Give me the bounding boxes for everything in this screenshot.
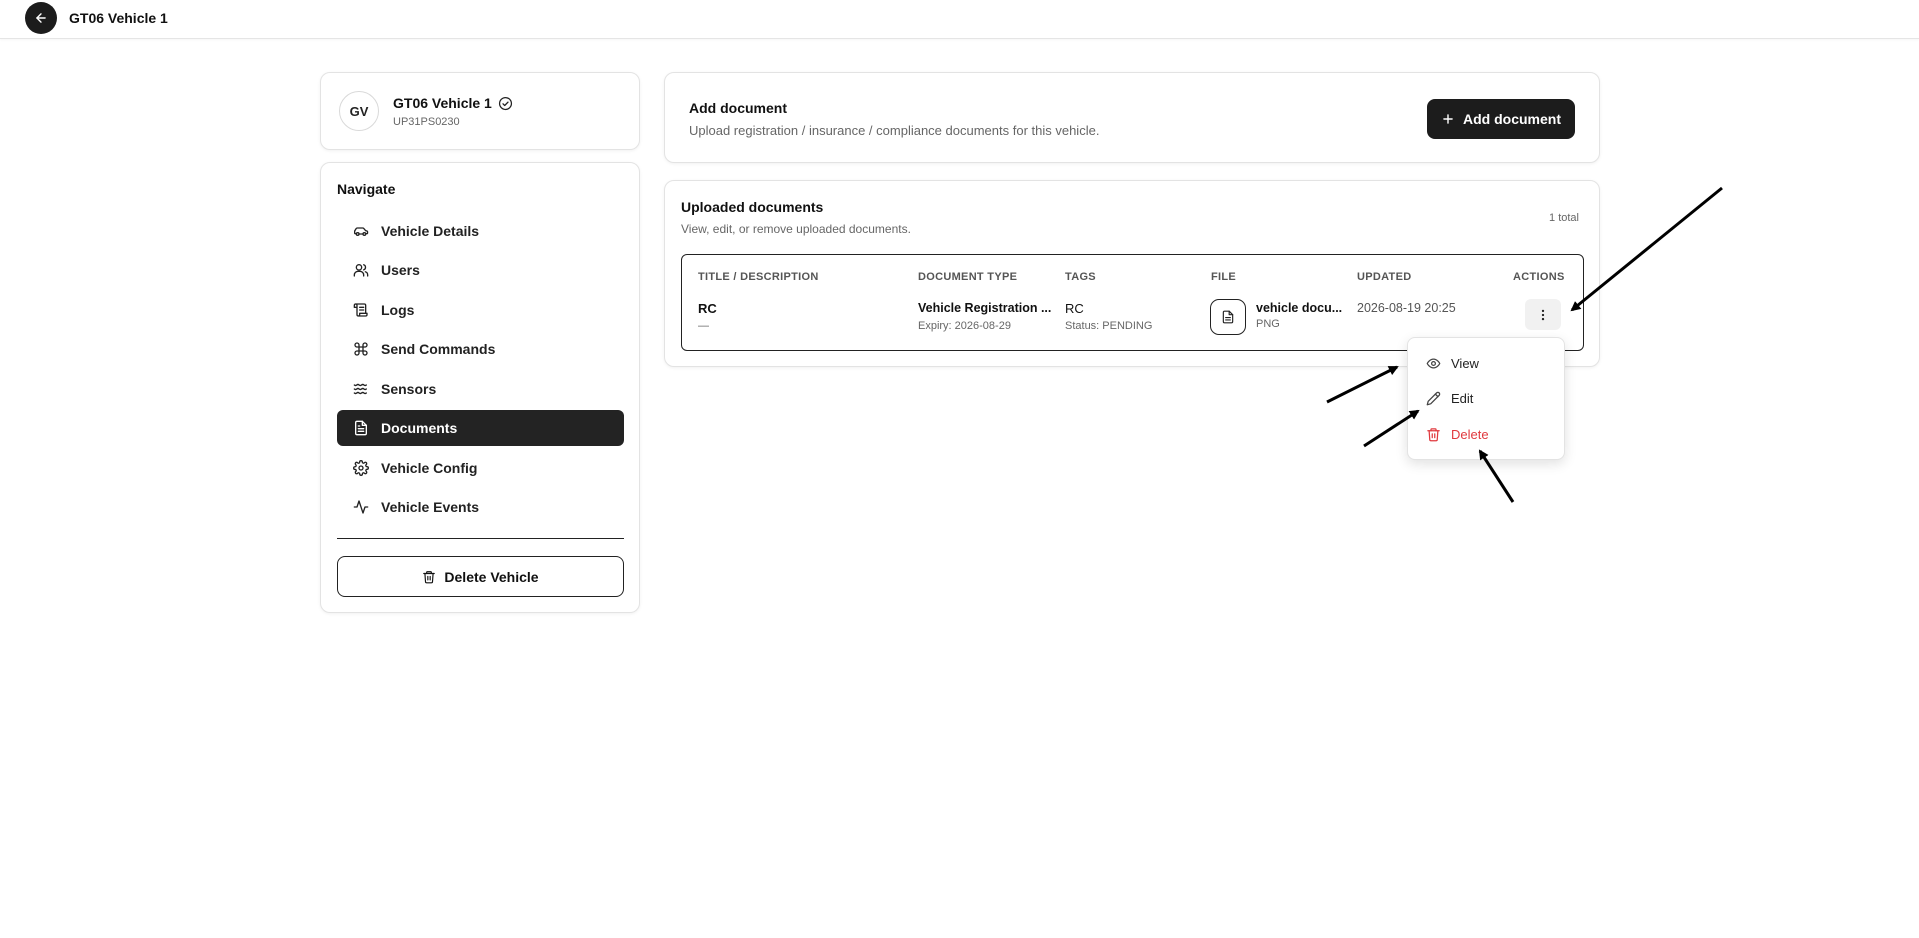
sidebar-item-users[interactable]: Users: [337, 252, 624, 288]
column-header-title: TITLE / DESCRIPTION: [698, 271, 819, 283]
doc-description: —: [698, 320, 709, 332]
menu-item-label: Delete: [1451, 426, 1489, 442]
users-icon: [353, 264, 369, 277]
sidebar-item-label: Users: [381, 262, 420, 278]
sidebar-item-vehicle-config[interactable]: Vehicle Config: [337, 450, 624, 486]
sidebar-item-label: Send Commands: [381, 341, 496, 357]
file-text-icon: [355, 420, 367, 436]
menu-item-label: Edit: [1451, 390, 1474, 406]
column-header-updated: UPDATED: [1357, 271, 1412, 283]
vehicle-name-row: GT06 Vehicle 1: [393, 95, 513, 111]
pencil-icon: [1426, 391, 1441, 405]
add-document-label: Add document: [1463, 111, 1561, 127]
column-header-file: FILE: [1211, 271, 1237, 283]
vehicle-summary-card: GV GT06 Vehicle 1 UP31PS0230: [320, 72, 640, 150]
sidebar-item-logs[interactable]: Logs: [337, 292, 624, 328]
trash-icon: [423, 570, 436, 583]
sidebar-item-label: Documents: [381, 420, 458, 436]
page-title: GT06 Vehicle 1: [69, 10, 168, 26]
command-icon: [354, 342, 368, 356]
column-header-document-type: DOCUMENT TYPE: [918, 271, 1018, 283]
navigation-card: Navigate Vehicle Details Users Logs Send…: [320, 162, 640, 613]
waves-icon: [353, 383, 367, 395]
scroll-icon: [353, 303, 368, 317]
doc-status: Status: PENDING: [1065, 320, 1153, 332]
sidebar-item-send-commands[interactable]: Send Commands: [337, 331, 624, 367]
annotation-arrow-view: [1326, 365, 1399, 404]
eye-icon: [1426, 358, 1441, 368]
sidebar-item-documents[interactable]: Documents: [337, 410, 624, 446]
sidebar-item-sensors[interactable]: Sensors: [337, 371, 624, 407]
menu-item-label: View: [1451, 355, 1479, 371]
column-header-actions: ACTIONS: [1513, 271, 1565, 283]
sidebar-item-label: Vehicle Events: [381, 499, 480, 515]
plus-icon: [1443, 114, 1453, 124]
doc-tag: RC: [1065, 301, 1084, 316]
add-document-title: Add document: [689, 100, 787, 116]
sidebar-item-label: Vehicle Config: [381, 460, 478, 476]
verified-check-icon: [498, 96, 512, 110]
doc-expiry: Expiry: 2026-08-29: [918, 320, 1011, 332]
column-header-tags: TAGS: [1065, 271, 1096, 283]
menu-item-view[interactable]: View: [1418, 348, 1556, 378]
vehicle-name: GT06 Vehicle 1: [393, 95, 492, 111]
menu-item-delete[interactable]: Delete: [1418, 419, 1556, 449]
gear-icon: [353, 460, 369, 476]
sidebar-item-label: Vehicle Details: [381, 223, 480, 239]
sidebar-item-label: Logs: [381, 302, 415, 318]
car-icon: [354, 227, 369, 236]
vehicle-registration: UP31PS0230: [393, 116, 460, 128]
top-bar: GT06 Vehicle 1: [0, 0, 1919, 39]
file-name[interactable]: vehicle docu...: [1256, 301, 1342, 315]
doc-title: RC: [698, 301, 717, 316]
file-text-icon: [1222, 310, 1234, 324]
doc-updated: 2026-08-19 20:25: [1357, 301, 1456, 315]
documents-description: View, edit, or remove uploaded documents…: [681, 222, 911, 236]
menu-item-edit[interactable]: Edit: [1418, 383, 1556, 413]
sidebar-item-label: Sensors: [381, 381, 437, 397]
activity-icon: [353, 500, 369, 514]
row-actions-menu: View Edit Delete: [1407, 337, 1565, 460]
more-vertical-icon: [1541, 309, 1545, 320]
documents-total: 1 total: [1549, 212, 1579, 224]
trash-icon: [1427, 427, 1440, 441]
documents-title: Uploaded documents: [681, 199, 824, 215]
sidebar-item-vehicle-details[interactable]: Vehicle Details: [337, 213, 624, 249]
file-type: PNG: [1256, 318, 1280, 330]
nav-divider: [337, 538, 624, 539]
row-actions-button[interactable]: [1525, 299, 1561, 330]
file-thumbnail[interactable]: [1210, 299, 1246, 335]
nav-heading: Navigate: [337, 181, 396, 197]
add-document-button[interactable]: Add document: [1427, 99, 1575, 139]
add-document-card: Add document Upload registration / insur…: [664, 72, 1600, 163]
sidebar-item-vehicle-events[interactable]: Vehicle Events: [337, 489, 624, 525]
delete-vehicle-label: Delete Vehicle: [444, 568, 539, 585]
delete-vehicle-button[interactable]: Delete Vehicle: [337, 556, 624, 597]
add-document-description: Upload registration / insurance / compli…: [689, 123, 1100, 138]
doc-type: Vehicle Registration ...: [918, 301, 1052, 315]
back-button[interactable]: [25, 2, 57, 34]
arrow-left-icon: [36, 13, 46, 23]
avatar: GV: [339, 91, 379, 131]
